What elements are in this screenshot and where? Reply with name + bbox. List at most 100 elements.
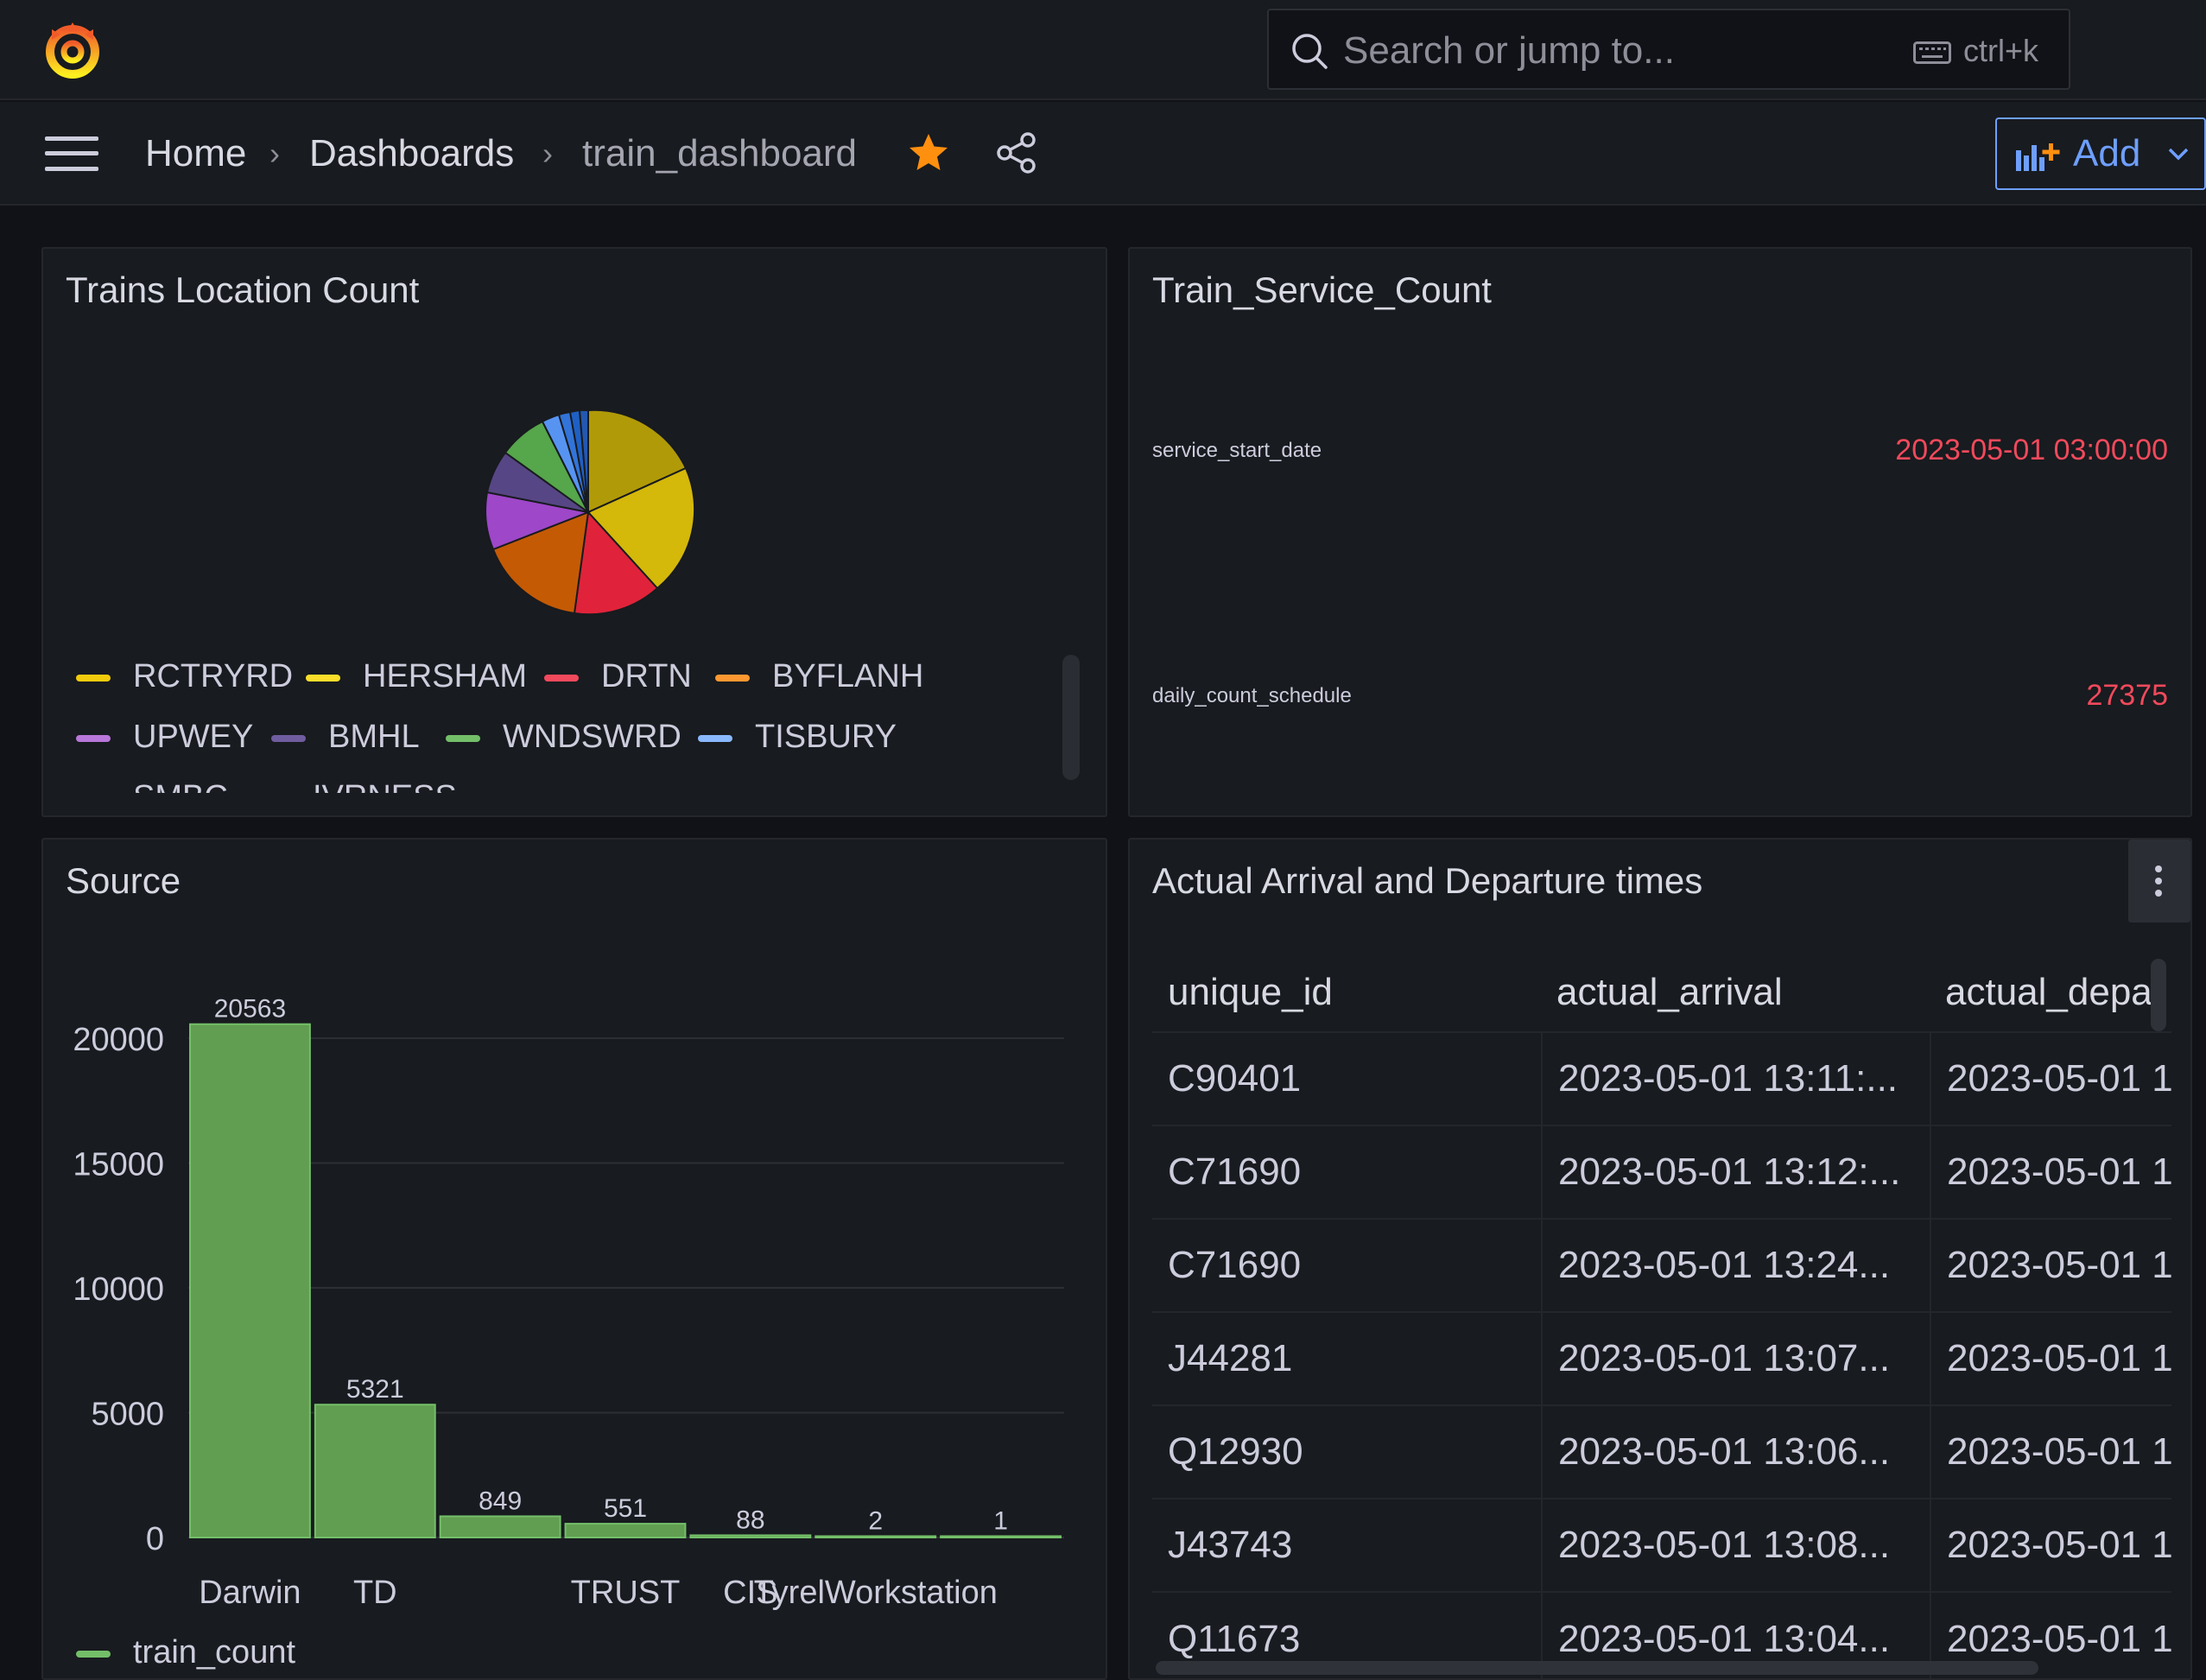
table-cell: Q12930 [1168,1430,1303,1473]
bar[interactable] [940,1535,1062,1538]
y-tick-label: 15000 [73,1147,164,1183]
y-tick-label: 10000 [73,1271,164,1308]
bar[interactable] [689,1534,812,1538]
chevron-down-icon [2168,148,2189,161]
legend-item[interactable]: HERSHAM [306,655,527,698]
table-header-row: unique_id actual_arrival actual_depar [1152,954,2171,1033]
bar-value-label: 88 [736,1506,764,1534]
bar-value-label: 551 [604,1494,647,1523]
table-cell: 2023-05-01 13:12:... [1541,1126,1930,1218]
legend-item[interactable]: UPWEY [76,715,253,758]
table-cell: C71690 [1168,1244,1302,1286]
legend-item[interactable]: BMHL [271,715,420,758]
legend-item[interactable]: train_count [76,1631,295,1674]
x-tick-label: TRUST [571,1575,681,1611]
bar-value-label: 20563 [214,995,286,1024]
table-cell: 2023-05-01 13:24... [1541,1220,1930,1311]
bar-value-label: 2 [868,1507,883,1536]
more-vertical-icon [2155,865,2162,902]
x-tick-label: TD [353,1575,397,1611]
x-tick-label: Darwin [199,1575,301,1611]
column-header[interactable]: unique_id [1152,954,1541,1031]
table-cell: 2023-05-01 1 [1930,1033,2171,1125]
table-row[interactable]: C71690 2023-05-01 13:24... 2023-05-01 1 [1152,1220,2171,1313]
legend-scrollbar[interactable] [1062,655,1080,780]
table-cell: 2023-05-01 13:07... [1541,1313,1930,1404]
table-cell: 2023-05-01 1 [1930,1499,2171,1591]
bar-value-label: 5321 [346,1375,404,1404]
search-input[interactable]: Search or jump to... ctrl+k [1267,9,2070,90]
table-panel: Actual Arrival and Departure times uniqu… [1128,838,2192,1680]
table-cell: 2023-05-01 1 [1930,1220,2171,1311]
top-bar: Search or jump to... ctrl+k [0,0,2206,100]
grafana-logo-icon[interactable] [40,17,105,83]
bar[interactable] [815,1535,937,1538]
search-placeholder: Search or jump to... [1343,29,1675,72]
legend-label: train_count [133,1634,296,1670]
panel-title[interactable]: Train_Service_Count [1152,249,1492,332]
table-cell: 2023-05-01 1 [1930,1313,2171,1404]
bar[interactable] [314,1404,436,1538]
column-header[interactable]: actual_arrival [1541,954,1930,1031]
legend-item[interactable]: RCTRYRD [76,655,293,698]
breadcrumb-separator-icon: › [542,136,553,171]
bar-panel: Source 0 5000 10000 15000 20000 20563 Darwin 53… [41,838,1107,1680]
legend-item[interactable]: DRTN [544,655,692,698]
stat-panel: Train_Service_Count service_start_date 2… [1128,247,2192,817]
bar[interactable] [189,1023,311,1538]
y-tick-label: 5000 [91,1397,164,1433]
bar-value-label: 1 [993,1507,1008,1536]
breadcrumb-separator-icon: › [269,136,280,171]
nav-bar: Home › Dashboards › train_dashboard Add [0,102,2206,206]
pie-panel: Trains Location Count RCTRYRD HERSHAM DR… [41,247,1107,817]
stat-label: daily_count_schedule [1152,684,1352,707]
table-cell: J44281 [1168,1337,1293,1379]
share-icon[interactable] [995,131,1038,174]
table-cell: 2023-05-01 1 [1930,1126,2171,1218]
breadcrumb-home[interactable]: Home [145,102,246,206]
table-row[interactable]: C90401 2023-05-01 13:11:... 2023-05-01 1 [1152,1033,2171,1126]
legend-item[interactable]: TISBURY [698,715,897,758]
legend-item[interactable]: IVRNESS [256,776,457,793]
search-shortcut: ctrl+k [1963,33,2039,68]
stat-value: 2023-05-01 03:00:00 [1895,434,2168,466]
search-icon [1292,34,1328,69]
bar-chart[interactable]: 0 5000 10000 15000 20000 20563 Darwin 5321 TD 849… [43,840,1107,1680]
bar[interactable] [564,1523,687,1539]
stat-label: service_start_date [1152,439,1322,462]
horizontal-scrollbar[interactable] [1156,1661,2038,1675]
y-tick-label: 20000 [73,1022,164,1058]
panel-title[interactable]: Actual Arrival and Departure times [1152,840,1702,922]
bar[interactable] [439,1515,561,1539]
keyboard-icon [1913,41,1951,64]
pie-legend: RCTRYRD HERSHAM DRTN BYFLANH UPWEY BMHL … [43,249,1106,793]
table-row[interactable]: C71690 2023-05-01 13:12:... 2023-05-01 1 [1152,1126,2171,1220]
legend-item[interactable]: WNDSWRD [446,715,681,758]
star-icon[interactable] [907,131,950,174]
table-row[interactable]: J43743 2023-05-01 13:08... 2023-05-01 1 [1152,1499,2171,1593]
table-cell: C90401 [1168,1057,1302,1100]
column-header[interactable]: actual_depar [1930,954,2171,1031]
table-row[interactable]: Q12930 2023-05-01 13:06... 2023-05-01 1 [1152,1406,2171,1499]
menu-toggle-icon[interactable] [45,136,98,171]
legend-item[interactable]: BYFLANH [715,655,923,698]
table-cell: 2023-05-01 13:11:... [1541,1033,1930,1125]
vertical-scrollbar[interactable] [2151,959,2166,1031]
table-cell: 2023-05-01 13:08... [1541,1499,1930,1591]
bar-value-label: 849 [479,1487,522,1515]
stat-value: 27375 [2086,679,2168,712]
panel-menu-button[interactable] [2128,840,2190,922]
add-button[interactable]: Add [1995,117,2206,190]
table-cell: J43743 [1168,1524,1293,1566]
table-cell: C71690 [1168,1151,1302,1193]
breadcrumb-dashboards[interactable]: Dashboards [309,102,514,206]
table-cell: 2023-05-01 1 [1930,1406,2171,1498]
add-panel-icon [2016,143,2060,171]
x-tick-label: TyrelWorkstation [754,1575,998,1611]
breadcrumb-current: train_dashboard [582,132,858,174]
table-cell: 2023-05-01 13:06... [1541,1406,1930,1498]
table-row[interactable]: J44281 2023-05-01 13:07... 2023-05-01 1 [1152,1313,2171,1406]
add-button-label: Add [2073,132,2141,174]
legend-item[interactable]: SMBC [76,776,228,793]
y-tick-label: 0 [146,1521,164,1557]
